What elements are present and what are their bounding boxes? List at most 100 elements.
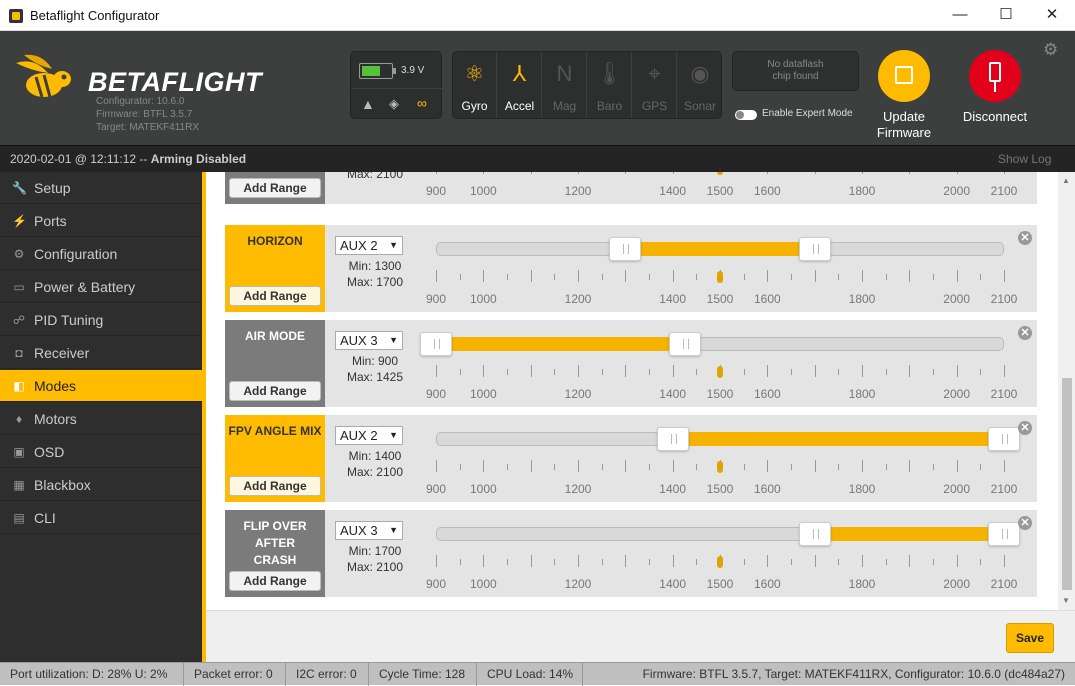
scrollbar-thumb[interactable]	[1062, 378, 1072, 590]
scale-tick	[743, 369, 745, 375]
scale-label: 1800	[848, 387, 876, 401]
remove-range-icon[interactable]: ✕	[1018, 231, 1032, 245]
scale-tick	[672, 270, 674, 282]
sidebar-item-configuration[interactable]: ⚙ Configuration	[0, 238, 202, 270]
sidebar-item-receiver[interactable]: ◘ Receiver	[0, 337, 202, 369]
maximize-button[interactable]: ☐	[983, 0, 1029, 31]
scale-label: 1200	[564, 184, 592, 198]
scale-tick	[767, 365, 769, 377]
sidebar-item-blackbox[interactable]: ▦ Blackbox	[0, 469, 202, 501]
disconnect-button[interactable]	[969, 50, 1021, 102]
aux-channel-select[interactable]: AUX 2 ▼	[335, 426, 403, 445]
scale-tick	[1004, 365, 1005, 377]
range-min-handle[interactable]	[656, 427, 689, 451]
link-icon: ∞	[417, 95, 427, 111]
channel-position-marker	[717, 271, 723, 283]
scroll-up-arrow-icon[interactable]: ▲	[1062, 176, 1070, 185]
remove-range-icon[interactable]: ✕	[1018, 516, 1032, 530]
sidebar-item-label: Motors	[34, 411, 77, 427]
scale-tick	[672, 172, 674, 174]
gyro-icon: ⚛	[464, 61, 485, 86]
baro-icon: 🌡	[595, 61, 624, 86]
scale-tick	[980, 464, 982, 470]
scale-tick	[601, 274, 603, 280]
scale-tick	[956, 555, 958, 567]
add-range-button[interactable]: Add Range	[229, 476, 321, 496]
aux-channel-select[interactable]: AUX 2 ▼	[335, 236, 403, 255]
add-range-button[interactable]: Add Range	[229, 381, 321, 401]
cycle-time: Cycle Time: 128	[369, 663, 477, 686]
scale-label: 1400	[659, 577, 686, 591]
aux-channel-select[interactable]: AUX 3 ▼	[335, 331, 403, 350]
scale-label: 1600	[753, 387, 781, 401]
bee-logo-icon	[16, 54, 71, 98]
sidebar-item-modes[interactable]: ◧ Modes	[0, 370, 202, 402]
range-max-handle[interactable]	[988, 522, 1020, 546]
scale-label: 2100	[990, 577, 1018, 591]
scale-label: 2100	[990, 292, 1018, 306]
dropdown-arrow-icon: ▼	[389, 240, 398, 250]
sidebar-item-power-battery[interactable]: ▭ Power & Battery	[0, 271, 202, 303]
scale-tick	[885, 369, 887, 375]
content-scrollbar[interactable]: ▲ ▼	[1058, 172, 1075, 610]
settings-gear-icon[interactable]: ⚙	[1043, 40, 1058, 60]
add-range-button[interactable]: Add Range	[229, 178, 321, 198]
sidebar-item-label: OSD	[34, 444, 65, 460]
range-min-handle[interactable]	[420, 332, 452, 356]
scale-tick	[980, 369, 982, 375]
scale-tick	[649, 274, 650, 280]
scroll-down-arrow-icon[interactable]: ▼	[1062, 596, 1070, 605]
close-window-button[interactable]: ✕	[1029, 0, 1075, 31]
range-max-handle[interactable]	[988, 427, 1020, 451]
scale-tick	[483, 555, 485, 567]
scale-tick	[507, 274, 508, 280]
scale-tick	[672, 365, 674, 377]
range-max-handle[interactable]	[668, 332, 701, 356]
scale-tick	[625, 555, 627, 567]
scale-label: 1400	[659, 184, 686, 198]
sidebar-item-osd[interactable]: ▣ OSD	[0, 436, 202, 468]
arming-status: Arming Disabled	[150, 152, 247, 166]
mode-name: FPV ANGLE MIX Add Range	[225, 415, 325, 502]
minimize-button[interactable]: —	[937, 0, 983, 31]
sidebar-item-cli[interactable]: ▤ CLI	[0, 502, 202, 534]
status-datetime: 2020-02-01 @ 12:11:12 --	[10, 152, 151, 166]
scale-tick	[554, 559, 556, 565]
range-max-label: Max: 2100	[346, 172, 404, 181]
show-log-link[interactable]: Show Log	[998, 152, 1051, 166]
firmware-version: Firmware: BTFL 3.5.7	[96, 109, 193, 120]
scale-tick	[933, 559, 934, 565]
add-range-button[interactable]: Add Range	[229, 286, 321, 306]
dropdown-arrow-icon: ▼	[389, 525, 398, 535]
range-min-handle[interactable]	[798, 522, 831, 546]
mode-name: Add Range	[225, 172, 325, 204]
sidebar-item-setup[interactable]: 🔧 Setup	[0, 172, 202, 204]
status-strip: 2020-02-01 @ 12:11:12 -- Arming Disabled…	[0, 145, 1075, 172]
range-max-handle[interactable]	[798, 237, 831, 261]
scale-label: 1000	[469, 482, 497, 496]
scale-tick	[530, 460, 532, 472]
range-max-label: Max: 2100	[346, 465, 404, 479]
scale-tick	[814, 555, 816, 567]
update-firmware-button[interactable]	[878, 50, 930, 102]
save-button[interactable]: Save	[1006, 623, 1054, 653]
range-min-handle[interactable]	[609, 237, 642, 261]
remove-range-icon[interactable]: ✕	[1018, 326, 1032, 340]
scale-label: 1500	[706, 184, 734, 198]
sensor-mag: N Mag	[543, 52, 587, 118]
scale-tick	[814, 270, 816, 282]
remove-range-icon[interactable]: ✕	[1018, 421, 1032, 435]
expert-mode-toggle[interactable]	[735, 110, 757, 120]
aux-channel-select[interactable]: AUX 3 ▼	[335, 521, 403, 540]
sidebar-item-pid-tuning[interactable]: ☍ PID Tuning	[0, 304, 202, 336]
add-range-button[interactable]: Add Range	[229, 571, 321, 591]
scale-tick	[696, 464, 698, 470]
scale-tick	[436, 365, 437, 377]
scale-label: 2100	[990, 482, 1018, 496]
scale-tick	[838, 464, 840, 470]
scale-tick	[578, 172, 579, 174]
sidebar-item-motors[interactable]: ♦ Motors	[0, 403, 202, 435]
dataflash-status: No dataflash chip found	[732, 51, 859, 91]
sidebar-item-ports[interactable]: ⚡ Ports	[0, 205, 202, 237]
scale-tick	[483, 365, 485, 377]
